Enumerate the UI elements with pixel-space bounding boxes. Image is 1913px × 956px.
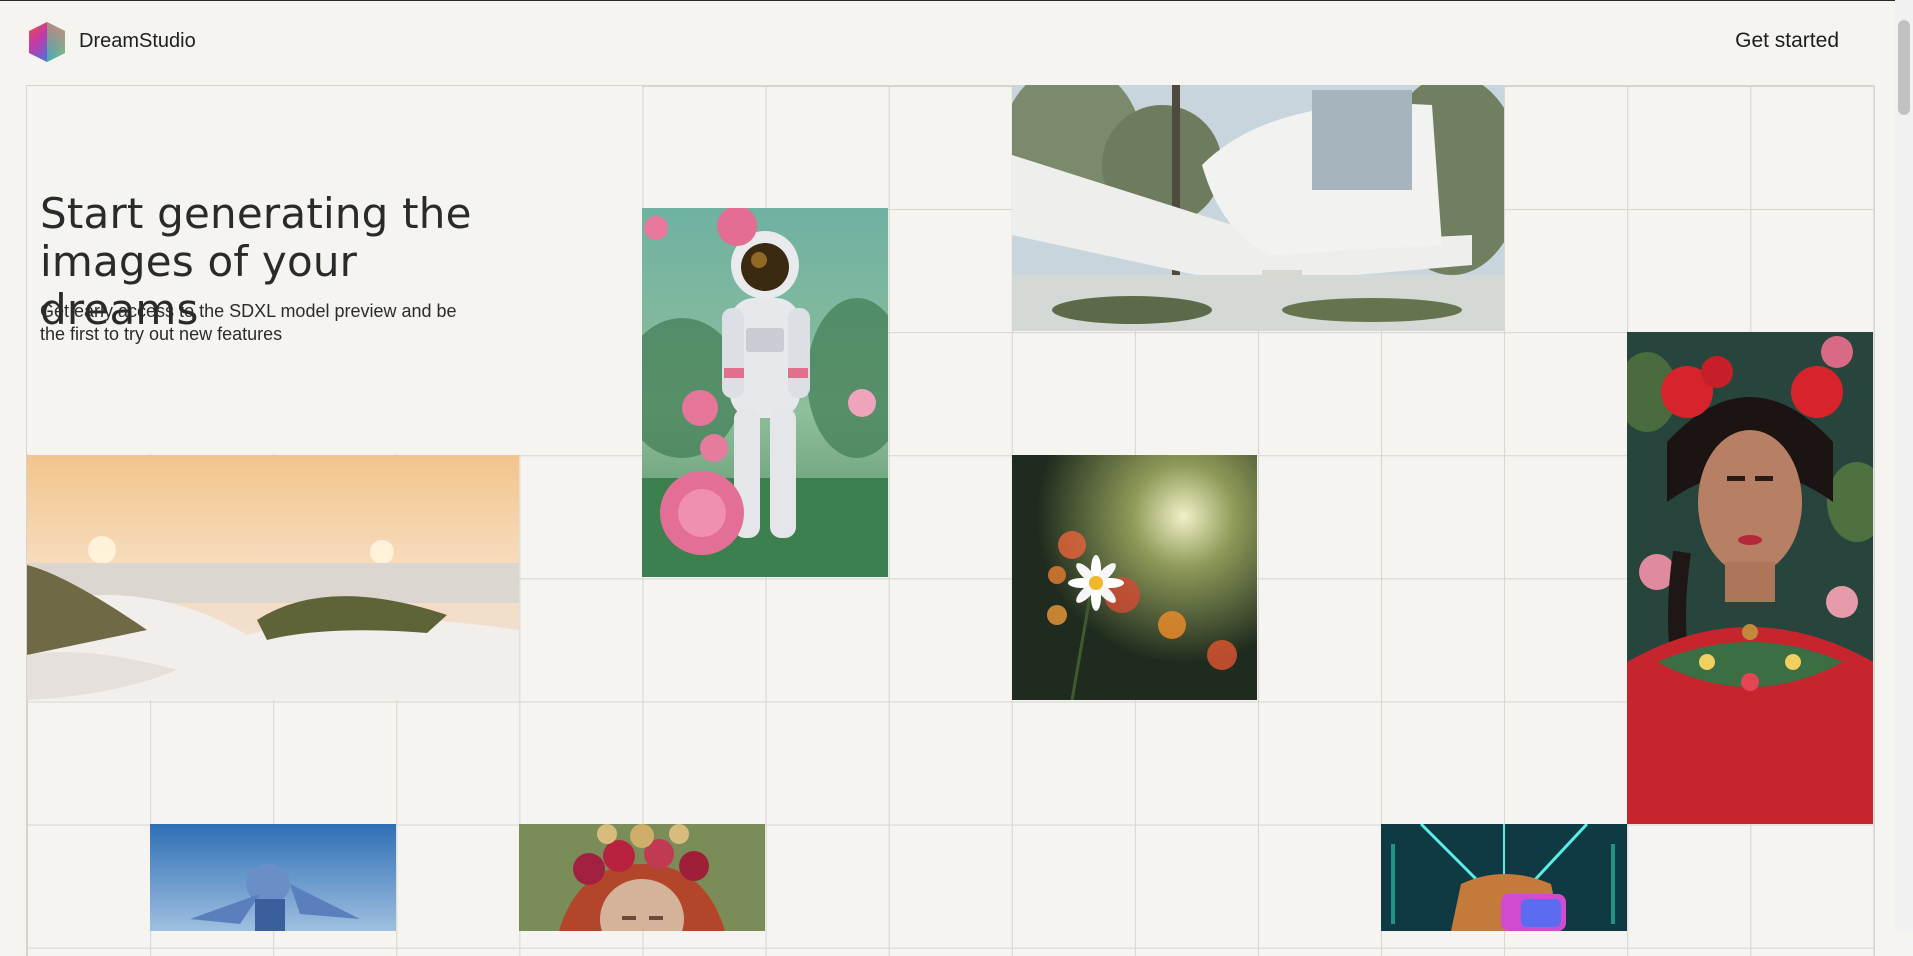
top-nav: DreamStudio Get started bbox=[0, 0, 1895, 84]
modern-house-image[interactable] bbox=[1012, 85, 1504, 331]
hero-section: Start generating the images of your drea… bbox=[27, 86, 642, 454]
neon-dog-image[interactable] bbox=[1381, 824, 1627, 931]
get-started-button[interactable]: Get started bbox=[1735, 29, 1839, 53]
page-scrollbar[interactable] bbox=[1895, 0, 1913, 931]
frida-portrait-image[interactable] bbox=[1627, 332, 1873, 824]
astronaut-roses-image[interactable] bbox=[642, 208, 888, 577]
daisy-flowers-image[interactable] bbox=[1012, 455, 1257, 700]
brand-name[interactable]: DreamStudio bbox=[79, 30, 196, 53]
dreamstudio-logo-icon[interactable] bbox=[26, 21, 68, 63]
beach-dunes-image[interactable] bbox=[27, 455, 519, 700]
flower-crown-portrait-image[interactable] bbox=[519, 824, 765, 931]
blue-robot-image[interactable] bbox=[150, 824, 396, 931]
scrollbar-thumb[interactable] bbox=[1898, 20, 1910, 115]
hero-subtitle: Get early access to the SDXL model previ… bbox=[40, 301, 457, 344]
